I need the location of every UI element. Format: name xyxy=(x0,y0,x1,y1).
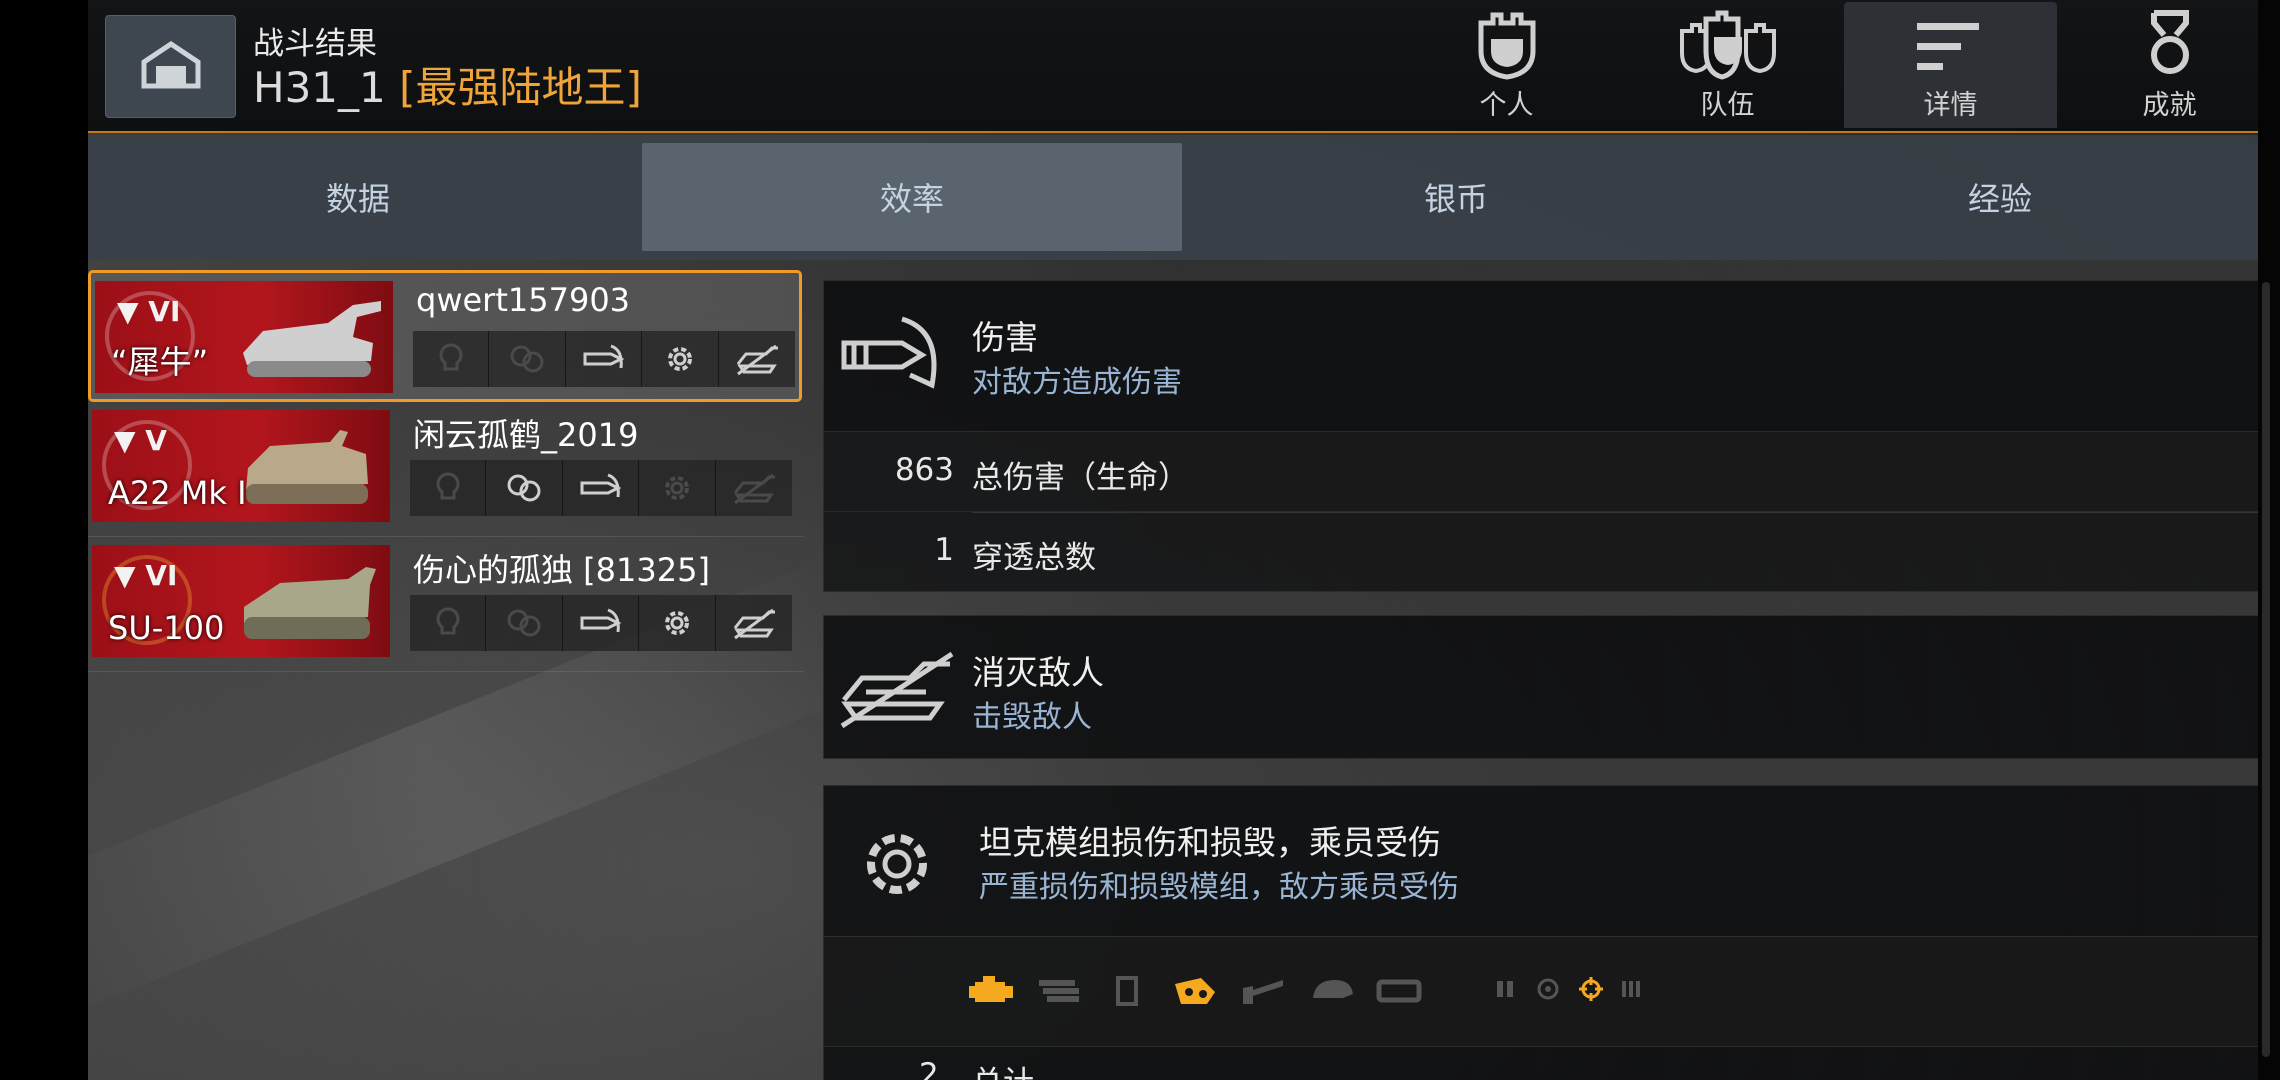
tank-tier: ▼ VI xyxy=(117,295,181,328)
player-row[interactable]: ▼ VI “犀牛” qwert157903 xyxy=(88,270,802,402)
tank-tier: ▼ V xyxy=(114,424,167,457)
tab-achievements[interactable]: 成就 xyxy=(2063,0,2258,128)
player-badges xyxy=(410,595,792,651)
player-badges xyxy=(410,460,792,516)
ammo-rack-icon xyxy=(1032,971,1086,1011)
assist-icon xyxy=(489,331,566,387)
kill-tank-icon xyxy=(715,460,792,516)
loader-icon xyxy=(1620,977,1648,1005)
scrollbar[interactable] xyxy=(2258,0,2280,1080)
screen-left-margin xyxy=(0,0,88,1080)
medal-icon xyxy=(2140,9,2200,81)
tab-team-label: 队伍 xyxy=(1700,90,1755,121)
damage-shell-icon xyxy=(836,309,946,403)
stat-row: 2 总计 xyxy=(824,1046,2258,1080)
damage-title: 伤害 xyxy=(972,318,1038,357)
team-helmets-icon xyxy=(1676,9,1780,81)
module-gear-icon xyxy=(642,331,719,387)
turret-icon xyxy=(1304,971,1358,1011)
tank-image: ▼ VI “犀牛” xyxy=(95,281,393,393)
damage-panel: 伤害 对敌方造成伤害 863 总伤害（生命） 1 穿透总数 xyxy=(823,280,2258,592)
module-gear-icon xyxy=(639,460,716,516)
tank-silhouette-icon xyxy=(233,291,383,390)
stat-label: 总伤害（生命） xyxy=(972,460,1189,496)
subtab-credits[interactable]: 银币 xyxy=(1186,143,1726,251)
player-name: qwert157903 xyxy=(416,281,631,319)
battle-results-label: 战斗结果 xyxy=(253,26,377,62)
damage-subtitle: 对敌方造成伤害 xyxy=(972,365,1182,400)
garage-button[interactable] xyxy=(105,15,236,118)
spotting-icon xyxy=(410,595,487,651)
subtab-data[interactable]: 数据 xyxy=(88,143,628,251)
stats-subtabs: 数据 效率 银币 经验 xyxy=(88,135,2258,260)
stat-label: 穿透总数 xyxy=(972,540,1096,576)
kill-tank-icon xyxy=(715,595,792,651)
tank-silhouette-icon xyxy=(230,420,380,519)
kills-subtitle: 击毁敌人 xyxy=(972,700,1092,735)
stat-label: 总计 xyxy=(972,1057,1034,1080)
scrollbar-thumb[interactable] xyxy=(2262,282,2270,1057)
map-name: H31_1 xyxy=(253,63,386,112)
player-row[interactable]: ▼ VI SU-100 伤心的孤独 [81325] xyxy=(88,537,804,672)
tank-image: ▼ VI SU-100 xyxy=(92,545,390,657)
player-list: ▼ VI “犀牛” qwert157903 ▼ V A22 Mk I 闲云孤鹤_… xyxy=(88,270,804,672)
garage-icon xyxy=(140,40,202,94)
helmet-icon xyxy=(1467,9,1547,81)
damage-shell-icon xyxy=(562,460,640,516)
results-header: 战斗结果 H31_1 [最强陆地王] 个人 队伍 详情 成就 xyxy=(88,0,2258,133)
tank-name: SU-100 xyxy=(108,609,225,647)
fuel-tank-icon xyxy=(1100,971,1154,1011)
results-screen: 战斗结果 H31_1 [最强陆地王] 个人 队伍 详情 成就 数据 效率 银币 … xyxy=(88,0,2258,1080)
assist-icon xyxy=(486,460,563,516)
module-icons-row xyxy=(824,936,2258,1046)
tank-name: A22 Mk I xyxy=(108,474,247,512)
module-gear-icon xyxy=(639,595,716,651)
tank-silhouette-icon xyxy=(230,555,380,654)
gun-icon xyxy=(1236,971,1290,1011)
tank-tier: ▼ VI xyxy=(114,559,178,592)
player-name: 伤心的孤独 [81325] xyxy=(413,551,710,589)
tab-achievements-label: 成就 xyxy=(2142,90,2197,121)
modules-title: 坦克模组损伤和损毁，乘员受伤 xyxy=(979,823,1441,862)
map-title: H31_1 [最强陆地王] xyxy=(253,63,642,113)
chassis-icon xyxy=(1372,971,1426,1011)
tab-details-label: 详情 xyxy=(1923,90,1978,121)
modules-subtitle: 严重损伤和损毁模组，敌方乘员受伤 xyxy=(979,870,1459,905)
player-row[interactable]: ▼ V A22 Mk I 闲云孤鹤_2019 xyxy=(88,402,804,537)
kill-tank-icon xyxy=(718,331,795,387)
damage-shell-icon xyxy=(562,595,640,651)
engine-icon xyxy=(964,971,1018,1011)
assist-icon xyxy=(486,595,563,651)
stat-value: 1 xyxy=(934,532,954,568)
tank-image: ▼ V A22 Mk I xyxy=(92,410,390,522)
tank-name: “犀牛” xyxy=(111,343,209,381)
spotting-icon xyxy=(413,331,490,387)
subtab-efficiency[interactable]: 效率 xyxy=(642,143,1182,251)
stat-value: 863 xyxy=(894,452,954,488)
modules-panel: 坦克模组损伤和损毁，乘员受伤 严重损伤和损毁模组，敌方乘员受伤 2 总计 xyxy=(823,785,2258,1080)
battle-mode: [最强陆地王] xyxy=(399,63,642,112)
damage-shell-icon xyxy=(565,331,643,387)
tab-personal[interactable]: 个人 xyxy=(1400,0,1613,128)
subtab-experience[interactable]: 经验 xyxy=(1730,143,2258,251)
stat-value: 2 xyxy=(919,1057,939,1080)
player-badges xyxy=(413,331,795,387)
spotting-icon xyxy=(410,460,487,516)
driver-icon xyxy=(1536,977,1564,1005)
tab-team[interactable]: 队伍 xyxy=(1621,0,1834,128)
stat-row: 863 总伤害（生命） xyxy=(824,431,2258,511)
list-lines-icon xyxy=(1911,9,1991,81)
kills-title: 消灭敌人 xyxy=(972,653,1104,692)
tracks-icon xyxy=(1168,971,1222,1011)
tab-details[interactable]: 详情 xyxy=(1844,2,2057,128)
module-gear-icon xyxy=(852,822,942,910)
gunner-icon xyxy=(1578,976,1606,1006)
stat-row: 1 穿透总数 xyxy=(824,511,2258,591)
player-name: 闲云孤鹤_2019 xyxy=(413,416,639,454)
commander-icon xyxy=(1494,977,1522,1005)
tab-personal-label: 个人 xyxy=(1479,90,1534,121)
kills-panel: 消灭敌人 击毁敌人 xyxy=(823,615,2258,759)
kill-tank-icon xyxy=(836,646,960,734)
